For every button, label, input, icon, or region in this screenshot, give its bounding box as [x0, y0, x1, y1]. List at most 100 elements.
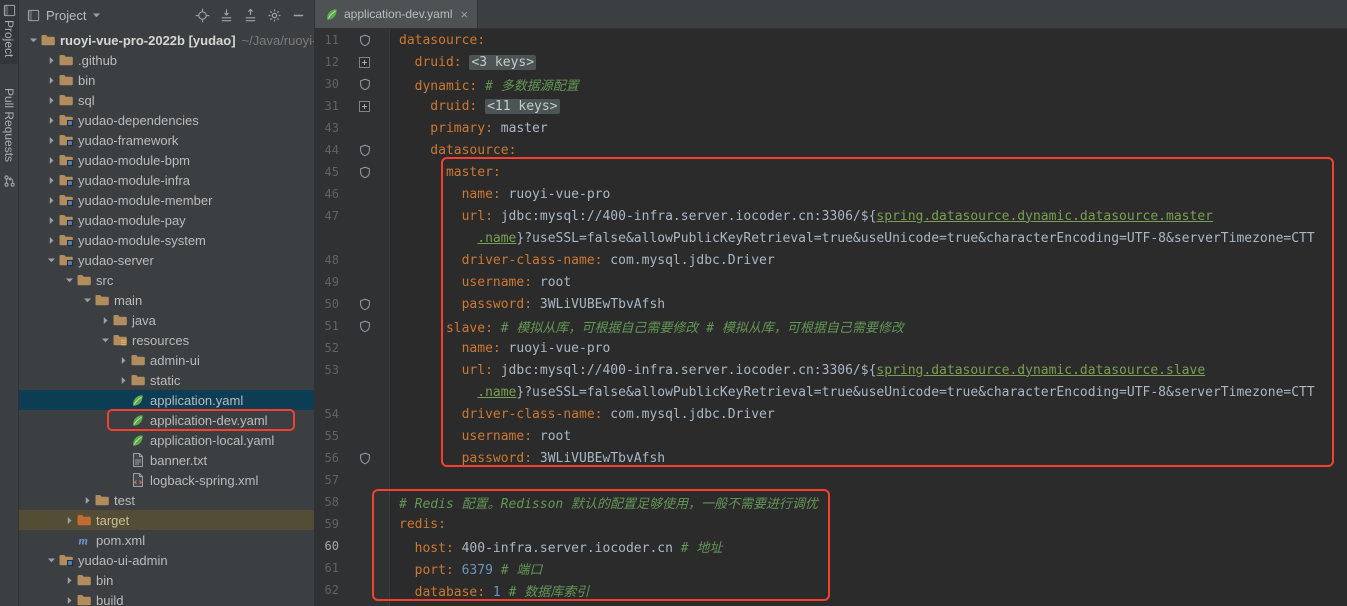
editor-line-62[interactable]: 62database: 1 # 数据库索引 — [315, 579, 1347, 601]
tab-application-dev-yaml[interactable]: application-dev.yaml × — [315, 0, 478, 28]
editor-line-45[interactable]: 45master: — [315, 161, 1347, 183]
chevron-right-icon[interactable] — [81, 490, 94, 510]
tree-item-yudao-module-system[interactable]: yudao-module-system — [19, 230, 314, 250]
code-text[interactable]: username: root — [390, 429, 1347, 444]
tree-item-java[interactable]: java — [19, 310, 314, 330]
chevron-right-icon[interactable] — [45, 150, 58, 170]
tree-item-yudao-server[interactable]: yudao-server — [19, 250, 314, 270]
chevron-right-icon[interactable] — [45, 210, 58, 230]
editor-line-50[interactable]: 50password: 3WLiVUBEwTbvAfsh — [315, 293, 1347, 315]
shield-icon[interactable] — [339, 166, 390, 179]
code-text[interactable]: password: 3WLiVUBEwTbvAfsh — [390, 451, 1347, 466]
chevron-right-icon[interactable] — [63, 570, 76, 590]
project-panel-title[interactable]: Project — [45, 8, 86, 23]
editor-line-53[interactable]: 53url: jdbc:mysql://400-infra.server.ioc… — [315, 359, 1347, 381]
chevron-right-icon[interactable] — [45, 50, 58, 70]
code-text[interactable]: druid: <11 keys> — [390, 99, 1347, 114]
editor-line-44[interactable]: 44datasource: — [315, 139, 1347, 161]
editor-line-31[interactable]: 31druid: <11 keys> — [315, 95, 1347, 117]
editor-line-47[interactable]: 47url: jdbc:mysql://400-infra.server.ioc… — [315, 205, 1347, 227]
tree-item-yudao-ui-admin[interactable]: yudao-ui-admin — [19, 550, 314, 570]
tree-item-yudao-framework[interactable]: yudao-framework — [19, 130, 314, 150]
expand-all-icon[interactable] — [219, 8, 234, 23]
chevron-right-icon[interactable] — [45, 230, 58, 250]
chevron-down-icon[interactable] — [45, 550, 58, 570]
tree-item-resources[interactable]: resources — [19, 330, 314, 350]
tree-item-main[interactable]: main — [19, 290, 314, 310]
code-text[interactable]: .name}?useSSL=false&allowPublicKeyRetrie… — [390, 385, 1347, 400]
tree-item-sql[interactable]: sql — [19, 90, 314, 110]
project-tool-window-icon[interactable] — [3, 4, 16, 17]
editor-line-30[interactable]: 30dynamic: # 多数据源配置 — [315, 73, 1347, 95]
editor-line-12[interactable]: 12druid: <3 keys> — [315, 51, 1347, 73]
shield-icon[interactable] — [339, 78, 390, 91]
tree-item-application-dev.yaml[interactable]: application-dev.yaml — [19, 410, 314, 430]
code-text[interactable]: name: ruoyi-vue-pro — [390, 341, 1347, 356]
code-text[interactable]: slave: # 模拟从库，可根据自己需要修改 # 模拟从库，可根据自己需要修改 — [390, 317, 1347, 336]
code-text[interactable]: driver-class-name: com.mysql.jdbc.Driver — [390, 407, 1347, 422]
code-text[interactable]: datasource: — [390, 33, 1347, 48]
chevron-right-icon[interactable] — [45, 110, 58, 130]
tree-item-yudao-module-infra[interactable]: yudao-module-infra — [19, 170, 314, 190]
code-text[interactable]: master: — [390, 165, 1347, 180]
chevron-down-icon[interactable] — [99, 330, 112, 350]
code-text[interactable]: url: jdbc:mysql://400-infra.server.iocod… — [390, 209, 1347, 224]
editor-line-56[interactable]: 56password: 3WLiVUBEwTbvAfsh — [315, 447, 1347, 469]
editor-line-58[interactable]: 58# Redis 配置。Redisson 默认的配置足够使用，一般不需要进行调… — [315, 491, 1347, 513]
settings-icon[interactable] — [267, 8, 282, 23]
tree-item-bin[interactable]: bin — [19, 70, 314, 90]
shield-icon[interactable] — [339, 34, 390, 47]
code-text[interactable]: host: 400-infra.server.iocoder.cn # 地址 — [390, 537, 1347, 556]
locate-icon[interactable] — [195, 8, 210, 23]
editor-line-46[interactable]: 46name: ruoyi-vue-pro — [315, 183, 1347, 205]
editor-line-54[interactable]: 54driver-class-name: com.mysql.jdbc.Driv… — [315, 403, 1347, 425]
editor-line-59[interactable]: 59redis: — [315, 513, 1347, 535]
code-text[interactable]: redis: — [390, 517, 1347, 532]
fold-plus-icon[interactable] — [339, 101, 390, 112]
tree-item-application-local.yaml[interactable]: application-local.yaml — [19, 430, 314, 450]
collapse-all-icon[interactable] — [243, 8, 258, 23]
editor-line-wrap[interactable]: .name}?useSSL=false&allowPublicKeyRetrie… — [315, 227, 1347, 249]
code-text[interactable]: druid: <3 keys> — [390, 55, 1347, 70]
shield-icon[interactable] — [339, 144, 390, 157]
tree-item-banner.txt[interactable]: banner.txt — [19, 450, 314, 470]
code-text[interactable]: url: jdbc:mysql://400-infra.server.iocod… — [390, 363, 1347, 378]
code-text[interactable]: username: root — [390, 275, 1347, 290]
fold-plus-icon[interactable] — [339, 57, 390, 68]
editor-line-51[interactable]: 51slave: # 模拟从库，可根据自己需要修改 # 模拟从库，可根据自己需要… — [315, 315, 1347, 337]
code-text[interactable]: port: 6379 # 端口 — [390, 559, 1347, 578]
tree-item-yudao-module-bpm[interactable]: yudao-module-bpm — [19, 150, 314, 170]
editor-line-52[interactable]: 52name: ruoyi-vue-pro — [315, 337, 1347, 359]
code-text[interactable]: database: 1 # 数据库索引 — [390, 581, 1347, 600]
editor-line-61[interactable]: 61port: 6379 # 端口 — [315, 557, 1347, 579]
stripe-pull-requests-label[interactable]: Pull Requests — [2, 88, 16, 162]
editor-line-48[interactable]: 48driver-class-name: com.mysql.jdbc.Driv… — [315, 249, 1347, 271]
stripe-project-label[interactable]: Project — [2, 20, 16, 57]
pull-requests-icon[interactable] — [3, 174, 16, 188]
tree-item-logback-spring.xml[interactable]: logback-spring.xml — [19, 470, 314, 490]
code-text[interactable]: .name}?useSSL=false&allowPublicKeyRetrie… — [390, 231, 1347, 246]
editor-line-43[interactable]: 43primary: master — [315, 117, 1347, 139]
chevron-right-icon[interactable] — [117, 350, 130, 370]
chevron-down-icon[interactable] — [81, 290, 94, 310]
tree-item-ruoyi-vue-pro-2022b-yudao-[interactable]: ruoyi-vue-pro-2022b [yudao]~/Java/ruoyi-… — [19, 30, 314, 50]
tree-item-static[interactable]: static — [19, 370, 314, 390]
tree-item-src[interactable]: src — [19, 270, 314, 290]
chevron-down-icon[interactable] — [91, 10, 102, 21]
editor-line-60[interactable]: 60host: 400-infra.server.iocoder.cn # 地址 — [315, 535, 1347, 557]
shield-icon[interactable] — [339, 320, 390, 333]
tree-item-bin[interactable]: bin — [19, 570, 314, 590]
tree-item-yudao-module-pay[interactable]: yudao-module-pay — [19, 210, 314, 230]
close-icon[interactable]: × — [458, 7, 469, 22]
chevron-right-icon[interactable] — [45, 130, 58, 150]
chevron-down-icon[interactable] — [45, 250, 58, 270]
shield-icon[interactable] — [339, 452, 390, 465]
editor-line-49[interactable]: 49username: root — [315, 271, 1347, 293]
tree-item-build[interactable]: build — [19, 590, 314, 606]
editor-line-55[interactable]: 55username: root — [315, 425, 1347, 447]
editor-line-11[interactable]: 11datasource: — [315, 29, 1347, 51]
hide-icon[interactable] — [291, 8, 306, 23]
code-text[interactable]: dynamic: # 多数据源配置 — [390, 75, 1347, 94]
tree-item-yudao-dependencies[interactable]: yudao-dependencies — [19, 110, 314, 130]
chevron-right-icon[interactable] — [45, 70, 58, 90]
